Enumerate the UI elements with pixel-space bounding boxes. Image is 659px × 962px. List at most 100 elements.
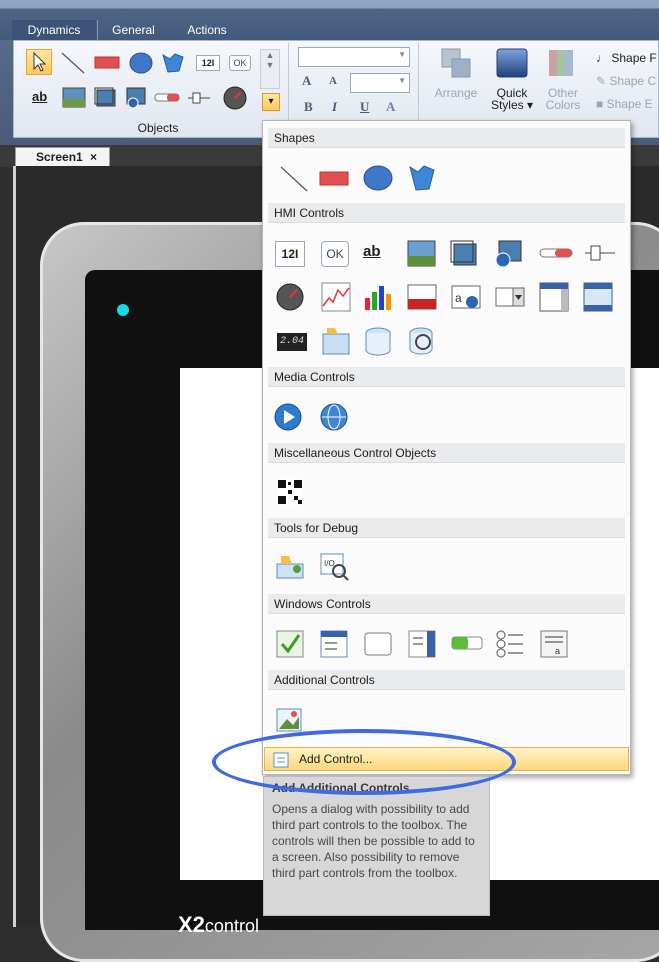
quick-styles-icon[interactable] [494, 47, 530, 79]
list-box-control-icon[interactable] [539, 282, 569, 312]
shape-outline-button[interactable]: ✎ Shape C [596, 74, 656, 88]
polygon-tool-icon[interactable] [160, 51, 186, 75]
paint-bucket-icon: ♩ [596, 51, 608, 65]
ribbon-tab-strip: Dynamics General Actions [0, 0, 659, 41]
italic-button[interactable]: I [332, 99, 337, 115]
effects-icon: ■ [596, 97, 604, 111]
device-model-label: X2control [178, 912, 259, 938]
bold-button[interactable]: B [304, 99, 313, 115]
rectangle-tool-icon[interactable] [94, 55, 120, 71]
linear-meter-control-icon[interactable] [583, 241, 617, 265]
tab-general[interactable]: General [97, 20, 169, 41]
arrange-button[interactable]: Arrange [430, 87, 482, 99]
pointer-tool-button[interactable] [26, 49, 52, 75]
combo-box-control-icon[interactable] [495, 282, 525, 312]
svg-text:I/O: I/O [324, 559, 335, 568]
radio-button-control-icon[interactable] [495, 629, 525, 659]
linear-meter-icon[interactable] [186, 89, 212, 107]
line-shape-icon[interactable] [279, 163, 309, 193]
picture-control-icon[interactable] [407, 239, 437, 269]
textbox-tool-button[interactable]: ab [32, 89, 47, 104]
media-player-icon[interactable] [273, 402, 303, 432]
ellipse-tool-icon[interactable] [128, 51, 154, 75]
chart-control-icon[interactable] [363, 282, 393, 312]
quick-styles-label-2: Styles ▾ [490, 98, 534, 112]
shape-effects-label: Shape E [606, 97, 653, 111]
font-color-button[interactable]: A [386, 99, 395, 115]
tooltip-body: Opens a dialog with possibility to add t… [272, 802, 475, 880]
ok-button-tool[interactable]: OK [229, 55, 251, 71]
section-shapes: Shapes [268, 128, 625, 148]
additional-control-icon[interactable] [275, 705, 305, 735]
polygon-shape-icon[interactable] [407, 163, 437, 193]
qr-code-icon[interactable] [275, 477, 305, 507]
quick-styles-button[interactable]: Quick Styles ▾ [488, 87, 536, 111]
shape-fill-button[interactable]: ♩ Shape F [596, 51, 657, 65]
close-icon[interactable]: × [90, 150, 97, 164]
slider-tool-icon[interactable] [154, 91, 180, 105]
io-debug-icon[interactable]: I/O [319, 552, 349, 582]
shape-fill-label: Shape F [611, 51, 657, 65]
database-viewer-icon[interactable] [407, 326, 437, 356]
text-box-windows-icon[interactable]: a [539, 629, 569, 659]
font-family-combo[interactable]: ▼ [298, 47, 410, 67]
section-media-controls: Media Controls [268, 367, 625, 387]
section-misc-controls: Miscellaneous Control Objects [268, 443, 625, 463]
action-menu-icon[interactable] [321, 326, 351, 356]
digital-clock-icon[interactable]: 2.04 [277, 333, 307, 351]
gallery-down-icon[interactable]: ▼ [261, 60, 279, 70]
web-browser-icon[interactable] [319, 402, 349, 432]
gallery-expand-button[interactable]: ▾ [262, 93, 280, 111]
font-size-combo[interactable]: ▼ [350, 73, 410, 93]
checkbox-control-icon[interactable] [275, 629, 305, 659]
other-colors-button[interactable]: Other Colors [542, 87, 584, 111]
tab-dynamics[interactable]: Dynamics [12, 20, 96, 41]
other-colors-icon[interactable] [546, 47, 578, 79]
gauge-tool-icon[interactable] [222, 85, 248, 111]
button-control-icon[interactable]: OK [321, 241, 349, 267]
device-model-suffix: control [204, 916, 259, 936]
tab-screen1[interactable]: Screen1 × [15, 147, 110, 167]
line-tool-icon[interactable] [60, 51, 86, 75]
rectangle-shape-icon[interactable] [319, 163, 349, 193]
multi-picture-control-icon[interactable] [493, 239, 523, 269]
screen-tab-label: Screen1 [36, 150, 83, 164]
gallery-up-icon[interactable]: ▲ [261, 50, 279, 60]
numeric-control-icon[interactable]: 12I [275, 241, 305, 267]
alarm-viewer-icon[interactable] [407, 282, 437, 312]
slider-control-icon[interactable] [539, 245, 573, 261]
other-colors-label-2: Colors [545, 98, 581, 112]
animated-picture-icon[interactable] [94, 87, 118, 109]
text-box-control-icon[interactable]: a [451, 282, 481, 312]
text-control-icon[interactable]: ab [363, 243, 393, 273]
section-windows-controls: Windows Controls [268, 594, 625, 614]
database-control-icon[interactable] [363, 326, 393, 356]
animated-picture-control-icon[interactable] [449, 239, 479, 269]
shrink-font-button[interactable]: A [329, 75, 337, 87]
list-view-control-icon[interactable] [319, 629, 349, 659]
underline-button[interactable]: U [360, 99, 369, 115]
circular-meter-icon[interactable] [275, 282, 305, 312]
grow-font-button[interactable]: A [302, 73, 311, 89]
picture-tool-icon[interactable] [62, 87, 86, 109]
media-picture-icon[interactable] [124, 87, 148, 109]
status-led [117, 304, 129, 316]
progress-bar-control-icon[interactable] [451, 633, 483, 653]
device-model: X2 [178, 912, 205, 937]
section-additional-controls: Additional Controls [268, 670, 625, 690]
svg-text:a: a [555, 646, 560, 656]
alarm-debug-icon[interactable] [275, 552, 305, 582]
add-control-tooltip: Add Additional Controls Opens a dialog w… [263, 776, 490, 916]
shape-effects-button[interactable]: ■ Shape E [596, 97, 653, 111]
arrange-icon[interactable] [440, 47, 472, 79]
tab-actions[interactable]: Actions [170, 20, 244, 41]
gallery-scroll[interactable]: ▲ ▼ [260, 49, 280, 89]
shape-outline-label: Shape C [609, 74, 657, 88]
group-box-control-icon[interactable] [363, 629, 393, 659]
scroll-panel-icon[interactable] [583, 282, 613, 312]
trend-viewer-icon[interactable] [321, 282, 351, 312]
numeric-tool-button[interactable]: 12I [196, 55, 220, 71]
ellipse-shape-icon[interactable] [363, 163, 393, 193]
section-hmi-controls: HMI Controls [268, 203, 625, 223]
tree-view-control-icon[interactable] [407, 629, 437, 659]
